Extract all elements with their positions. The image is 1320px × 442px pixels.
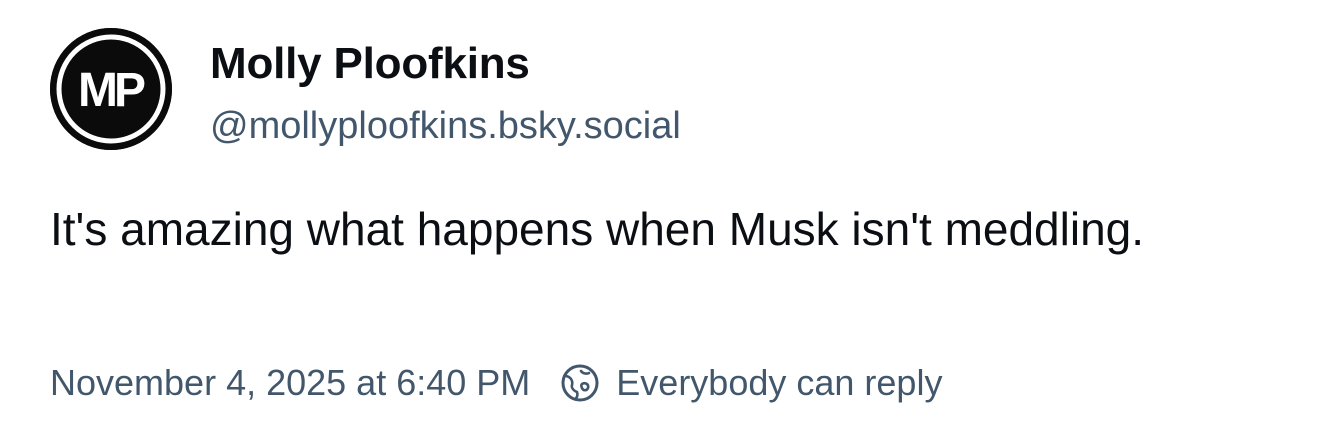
author-names: Molly Ploofkins @mollyploofkins.bsky.soc… (210, 38, 681, 150)
avatar-initials: MP (78, 64, 145, 117)
post-meta: November 4, 2025 at 6:40 PM Everybody ca… (50, 360, 942, 406)
author-display-name[interactable]: Molly Ploofkins (210, 38, 681, 90)
post-card: MP Molly Ploofkins @mollyploofkins.bsky.… (0, 0, 1320, 442)
avatar-logo: MP (50, 28, 172, 150)
reply-setting-label: Everybody can reply (616, 362, 943, 403)
reply-setting[interactable]: Everybody can reply (560, 360, 942, 406)
avatar[interactable]: MP (50, 28, 172, 150)
globe-icon (561, 364, 599, 402)
author-handle[interactable]: @mollyploofkins.bsky.social (210, 102, 681, 150)
post-text: It's amazing what happens when Musk isn'… (50, 203, 1145, 255)
post-timestamp[interactable]: November 4, 2025 at 6:40 PM (50, 360, 530, 406)
post-header: MP Molly Ploofkins @mollyploofkins.bsky.… (50, 28, 681, 150)
